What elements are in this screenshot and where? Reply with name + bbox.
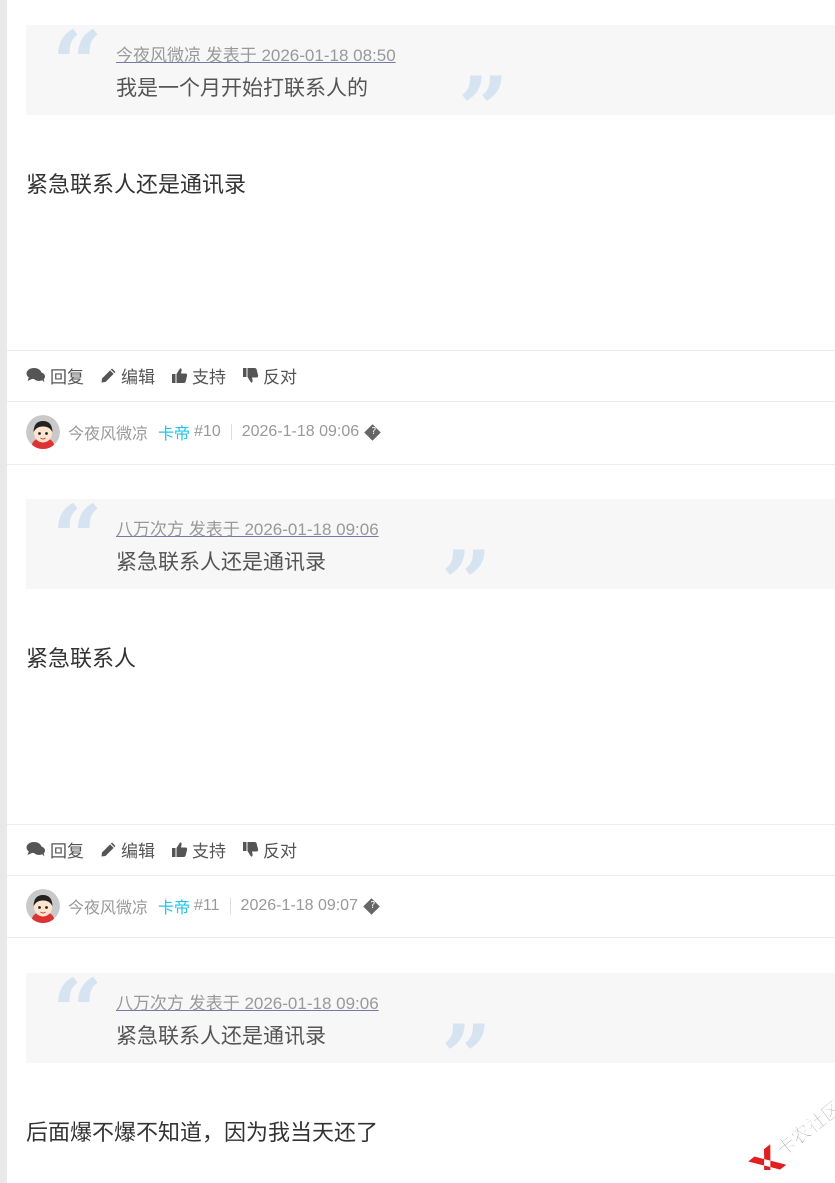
post-time: 2026-1-18 09:07: [240, 897, 358, 914]
post-body: 紧急联系人还是通讯录: [26, 172, 247, 197]
oppose-button[interactable]: 反对: [242, 363, 297, 388]
more-glyph: ?: [370, 899, 376, 911]
more-glyph: ?: [371, 425, 377, 437]
more-icon[interactable]: ?: [364, 423, 381, 441]
post-time: 2026-1-18 09:06: [241, 423, 360, 440]
quote-text: 我是一个月开始打联系人的: [116, 77, 368, 100]
floor-number: #11: [194, 897, 220, 914]
support-label: 支持: [192, 367, 226, 387]
watermark-logo: 卡农社区: [730, 1090, 835, 1182]
author-name[interactable]: 今夜风微凉: [68, 894, 148, 918]
reply-label: 回复: [50, 841, 84, 861]
comments-icon: [26, 842, 45, 857]
quote-meta-link[interactable]: 八万次方 发表于 2026-01-18 09:06: [116, 515, 379, 540]
thumbs-down-icon: [243, 367, 259, 383]
post-actions: 回复 编辑 支持 反对: [26, 363, 313, 387]
edit-label: 编辑: [121, 367, 155, 387]
post-author-row: 今夜风微凉 卡帝 #10 2026-1-18 09:06 ?: [26, 414, 381, 450]
edit-button[interactable]: 编辑: [100, 837, 155, 862]
separator: [230, 424, 232, 440]
divider: [7, 875, 835, 876]
close-quote-icon: ”: [441, 531, 492, 635]
post-body: 后面爆不爆不知道，因为我当天还了: [26, 1120, 379, 1145]
edit-label: 编辑: [121, 841, 155, 861]
separator: [229, 898, 231, 914]
oppose-label: 反对: [263, 841, 297, 861]
open-quote-icon: “: [52, 11, 103, 115]
reply-button[interactable]: 回复: [26, 837, 84, 862]
avatar[interactable]: [26, 415, 60, 449]
quote-block: “ 今夜风微凉 发表于 2026-01-18 08:50 我是一个月开始打联系人…: [26, 19, 835, 153]
pencil-icon: [101, 842, 116, 856]
quote-meta-link[interactable]: 八万次方 发表于 2026-01-18 09:06: [116, 989, 379, 1014]
divider: [7, 824, 835, 825]
author-rank[interactable]: 卡帝: [158, 894, 190, 918]
more-icon[interactable]: ?: [363, 897, 380, 915]
close-quote-icon: ”: [458, 57, 509, 161]
quote-text: 紧急联系人还是通讯录: [116, 551, 326, 574]
floor-number: #10: [194, 423, 221, 440]
oppose-label: 反对: [263, 367, 297, 387]
edit-button[interactable]: 编辑: [100, 363, 155, 388]
reply-label: 回复: [50, 367, 84, 387]
support-button[interactable]: 支持: [171, 363, 226, 388]
support-label: 支持: [192, 841, 226, 861]
open-quote-icon: “: [52, 959, 103, 1063]
left-border: [0, 0, 7, 1183]
divider: [7, 350, 835, 351]
watermark-text: 卡农社区: [772, 1096, 835, 1161]
post-author-row: 今夜风微凉 卡帝 #11 2026-1-18 09:07 ?: [26, 888, 380, 924]
quote-meta-link[interactable]: 今夜风微凉 发表于 2026-01-18 08:50: [116, 41, 396, 66]
pencil-icon: [101, 368, 116, 382]
quote-block: “ 八万次方 发表于 2026-01-18 09:06 紧急联系人还是通讯录 ”: [26, 967, 835, 1101]
close-quote-icon: ”: [441, 1005, 492, 1109]
thumbs-up-icon: [172, 367, 188, 383]
reply-button[interactable]: 回复: [26, 363, 84, 388]
divider: [7, 401, 835, 402]
avatar[interactable]: [26, 889, 60, 923]
oppose-button[interactable]: 反对: [242, 837, 297, 862]
open-quote-icon: “: [52, 485, 103, 589]
divider: [7, 464, 835, 465]
post-actions: 回复 编辑 支持 反对: [26, 837, 313, 861]
comments-icon: [26, 368, 45, 383]
thumbs-down-icon: [243, 841, 259, 857]
thumbs-up-icon: [172, 841, 188, 857]
quote-text: 紧急联系人还是通讯录: [116, 1025, 326, 1048]
divider: [7, 937, 835, 938]
author-name[interactable]: 今夜风微凉: [68, 420, 148, 444]
quote-block: “ 八万次方 发表于 2026-01-18 09:06 紧急联系人还是通讯录 ”: [26, 493, 835, 627]
support-button[interactable]: 支持: [171, 837, 226, 862]
post-body: 紧急联系人: [26, 646, 137, 671]
author-rank[interactable]: 卡帝: [158, 420, 190, 444]
